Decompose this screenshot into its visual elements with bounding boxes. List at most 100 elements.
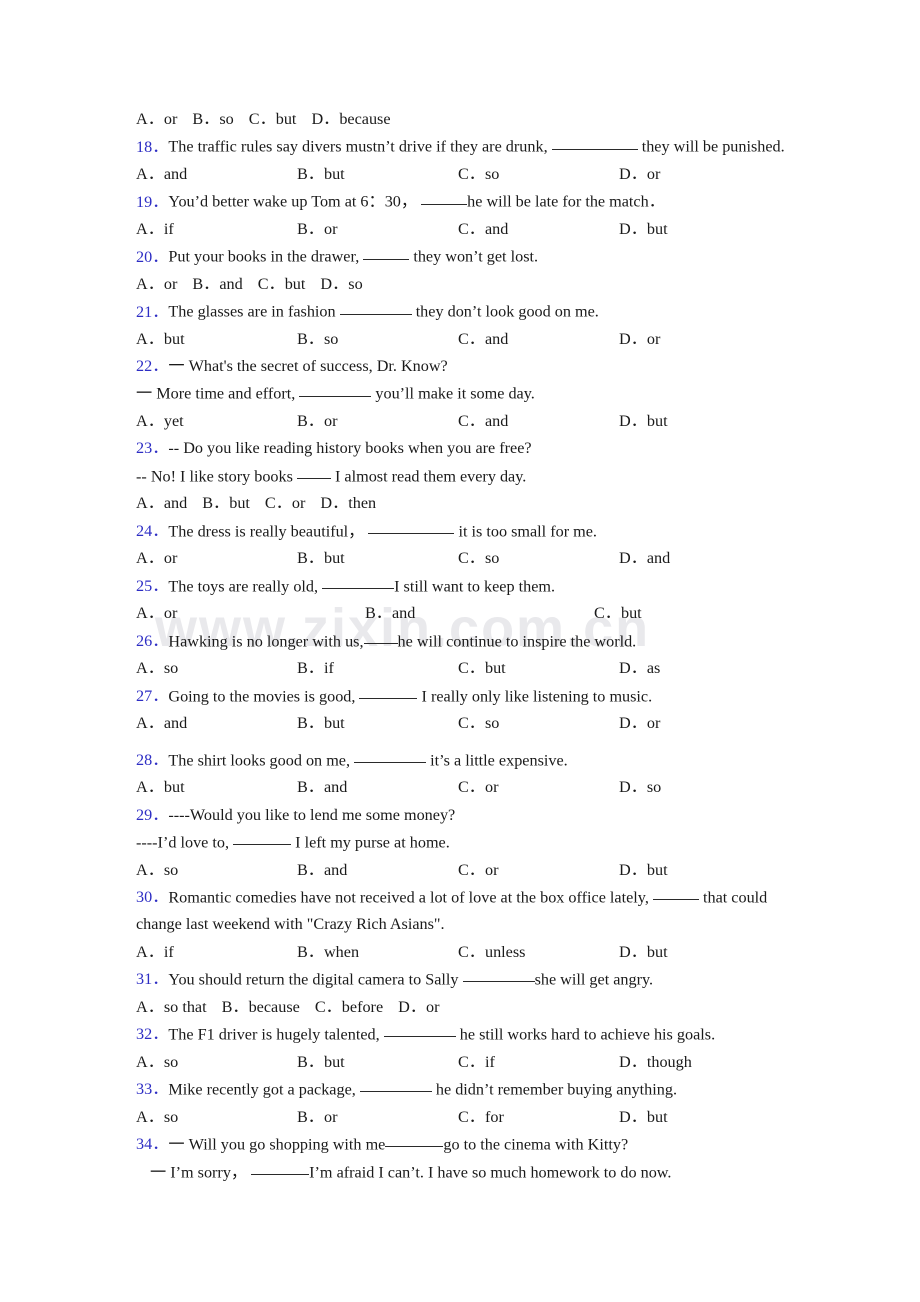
- option-20-a[interactable]: A．or: [136, 271, 177, 298]
- answer-blank-30[interactable]: [652, 884, 699, 901]
- option-23-d[interactable]: D．then: [320, 490, 376, 517]
- option-20-d[interactable]: D．so: [320, 271, 362, 298]
- option-21-a[interactable]: A．but: [136, 326, 297, 353]
- option-27-c[interactable]: C．so: [458, 710, 619, 737]
- question-text-28b: it’s a little expensive.: [430, 750, 568, 769]
- option-18-c[interactable]: C．so: [458, 161, 619, 188]
- option-31-b[interactable]: B．because: [222, 994, 300, 1021]
- option-32-a[interactable]: A．so: [136, 1049, 297, 1076]
- option-24-b[interactable]: B．but: [297, 545, 458, 572]
- option-30-b[interactable]: B．when: [297, 939, 458, 966]
- option-25-c[interactable]: C．but: [594, 600, 642, 627]
- option-26-c[interactable]: C．but: [458, 655, 619, 682]
- answer-blank-31[interactable]: [462, 966, 535, 983]
- option-28-a[interactable]: A．but: [136, 774, 297, 801]
- answer-blank-24[interactable]: [368, 518, 455, 535]
- answer-blank-23[interactable]: [296, 463, 331, 480]
- option-19-b[interactable]: B．or: [297, 216, 458, 243]
- question-dialog-22-reply: 一 More time and effort, you’ll make it s…: [136, 380, 798, 408]
- answer-blank-32[interactable]: [383, 1021, 456, 1038]
- option-23-b[interactable]: B．but: [202, 490, 250, 517]
- option-22-b[interactable]: B．or: [297, 408, 458, 435]
- option-23-a[interactable]: A．and: [136, 490, 187, 517]
- option-29-b[interactable]: B．and: [297, 857, 458, 884]
- answer-blank-22[interactable]: [299, 380, 372, 397]
- option-30-c[interactable]: C．unless: [458, 939, 619, 966]
- option-22-a[interactable]: A．yet: [136, 408, 297, 435]
- option-b[interactable]: B．so: [192, 106, 233, 133]
- answer-blank-34b[interactable]: [251, 1159, 310, 1176]
- option-27-a[interactable]: A．and: [136, 710, 297, 737]
- option-30-a[interactable]: A．if: [136, 939, 297, 966]
- question-text-34b: go to the cinema with Kitty?: [443, 1135, 629, 1154]
- option-19-d[interactable]: D．but: [619, 216, 668, 243]
- question-text-28a: The shirt looks good on me,: [168, 750, 351, 769]
- question-number-32: 32．: [136, 1025, 169, 1044]
- option-22-d[interactable]: D．but: [619, 408, 668, 435]
- option-d[interactable]: D．because: [311, 106, 390, 133]
- option-20-c[interactable]: C．but: [258, 271, 306, 298]
- answer-blank-19[interactable]: [421, 188, 468, 205]
- option-32-d[interactable]: D．though: [619, 1049, 692, 1076]
- option-24-d[interactable]: D．and: [619, 545, 670, 572]
- option-31-c[interactable]: C．before: [315, 994, 383, 1021]
- option-24-c[interactable]: C．so: [458, 545, 619, 572]
- question-text-34d: I’m afraid I can’t. I have so much homew…: [309, 1163, 672, 1182]
- answer-blank-21[interactable]: [339, 298, 412, 315]
- option-18-b[interactable]: B．but: [297, 161, 458, 188]
- option-33-b[interactable]: B．or: [297, 1104, 458, 1131]
- option-26-a[interactable]: A．so: [136, 655, 297, 682]
- option-23-c[interactable]: C．or: [265, 490, 305, 517]
- option-28-b[interactable]: B．and: [297, 774, 458, 801]
- question-dialog-23-prompt: -- Do you like reading history books whe…: [168, 439, 532, 458]
- option-21-d[interactable]: D．or: [619, 326, 660, 353]
- question-number-34: 34．: [136, 1135, 169, 1154]
- answer-blank-18[interactable]: [551, 133, 638, 150]
- option-33-d[interactable]: D．but: [619, 1104, 668, 1131]
- question-stem-19: 19．You’d better wake up Tom at 6：30， he …: [136, 188, 798, 216]
- option-27-b[interactable]: B．but: [297, 710, 458, 737]
- option-29-c[interactable]: C．or: [458, 857, 619, 884]
- answer-blank-29[interactable]: [233, 829, 292, 846]
- option-26-d[interactable]: D．as: [619, 655, 660, 682]
- options-row-20: A．or B．and C．but D．so: [136, 271, 798, 298]
- option-30-d[interactable]: D．but: [619, 939, 668, 966]
- option-31-a[interactable]: A．so that: [136, 994, 207, 1021]
- option-26-b[interactable]: B．if: [297, 655, 458, 682]
- option-33-c[interactable]: C．for: [458, 1104, 619, 1131]
- answer-blank-25[interactable]: [322, 573, 395, 590]
- question-stem-30: 30．Romantic comedies have not received a…: [136, 884, 798, 939]
- question-stem-21: 21．The glasses are in fashion they don’t…: [136, 298, 798, 326]
- option-18-a[interactable]: A．and: [136, 161, 297, 188]
- option-19-a[interactable]: A．if: [136, 216, 297, 243]
- option-20-b[interactable]: B．and: [192, 271, 242, 298]
- option-18-d[interactable]: D．or: [619, 161, 660, 188]
- answer-blank-34a[interactable]: [385, 1131, 444, 1148]
- option-c[interactable]: C．but: [249, 106, 297, 133]
- option-21-b[interactable]: B．so: [297, 326, 458, 353]
- option-29-a[interactable]: A．so: [136, 857, 297, 884]
- option-32-c[interactable]: C．if: [458, 1049, 619, 1076]
- option-22-c[interactable]: C．and: [458, 408, 619, 435]
- option-33-a[interactable]: A．so: [136, 1104, 297, 1131]
- answer-blank-28[interactable]: [354, 747, 427, 763]
- option-24-a[interactable]: A．or: [136, 545, 297, 572]
- question-stem-28: 28．The shirt looks good on me, it’s a li…: [136, 747, 798, 775]
- option-27-d[interactable]: D．or: [619, 710, 660, 737]
- question-dialog-22-prompt: 一 What's the secret of success, Dr. Know…: [168, 357, 448, 376]
- option-19-c[interactable]: C．and: [458, 216, 619, 243]
- option-28-c[interactable]: C．or: [458, 774, 619, 801]
- option-25-b[interactable]: B．and: [365, 600, 594, 627]
- option-28-d[interactable]: D．so: [619, 774, 661, 801]
- option-29-d[interactable]: D．but: [619, 857, 668, 884]
- option-32-b[interactable]: B．but: [297, 1049, 458, 1076]
- option-31-d[interactable]: D．or: [398, 994, 439, 1021]
- answer-blank-20[interactable]: [363, 243, 410, 260]
- option-25-a[interactable]: A．or: [136, 600, 365, 627]
- question-text-31b: she will get angry.: [534, 970, 654, 989]
- answer-blank-33[interactable]: [359, 1076, 432, 1093]
- option-a[interactable]: A．or: [136, 106, 177, 133]
- option-21-c[interactable]: C．and: [458, 326, 619, 353]
- answer-blank-27[interactable]: [359, 683, 418, 699]
- answer-blank-26[interactable]: [363, 628, 398, 645]
